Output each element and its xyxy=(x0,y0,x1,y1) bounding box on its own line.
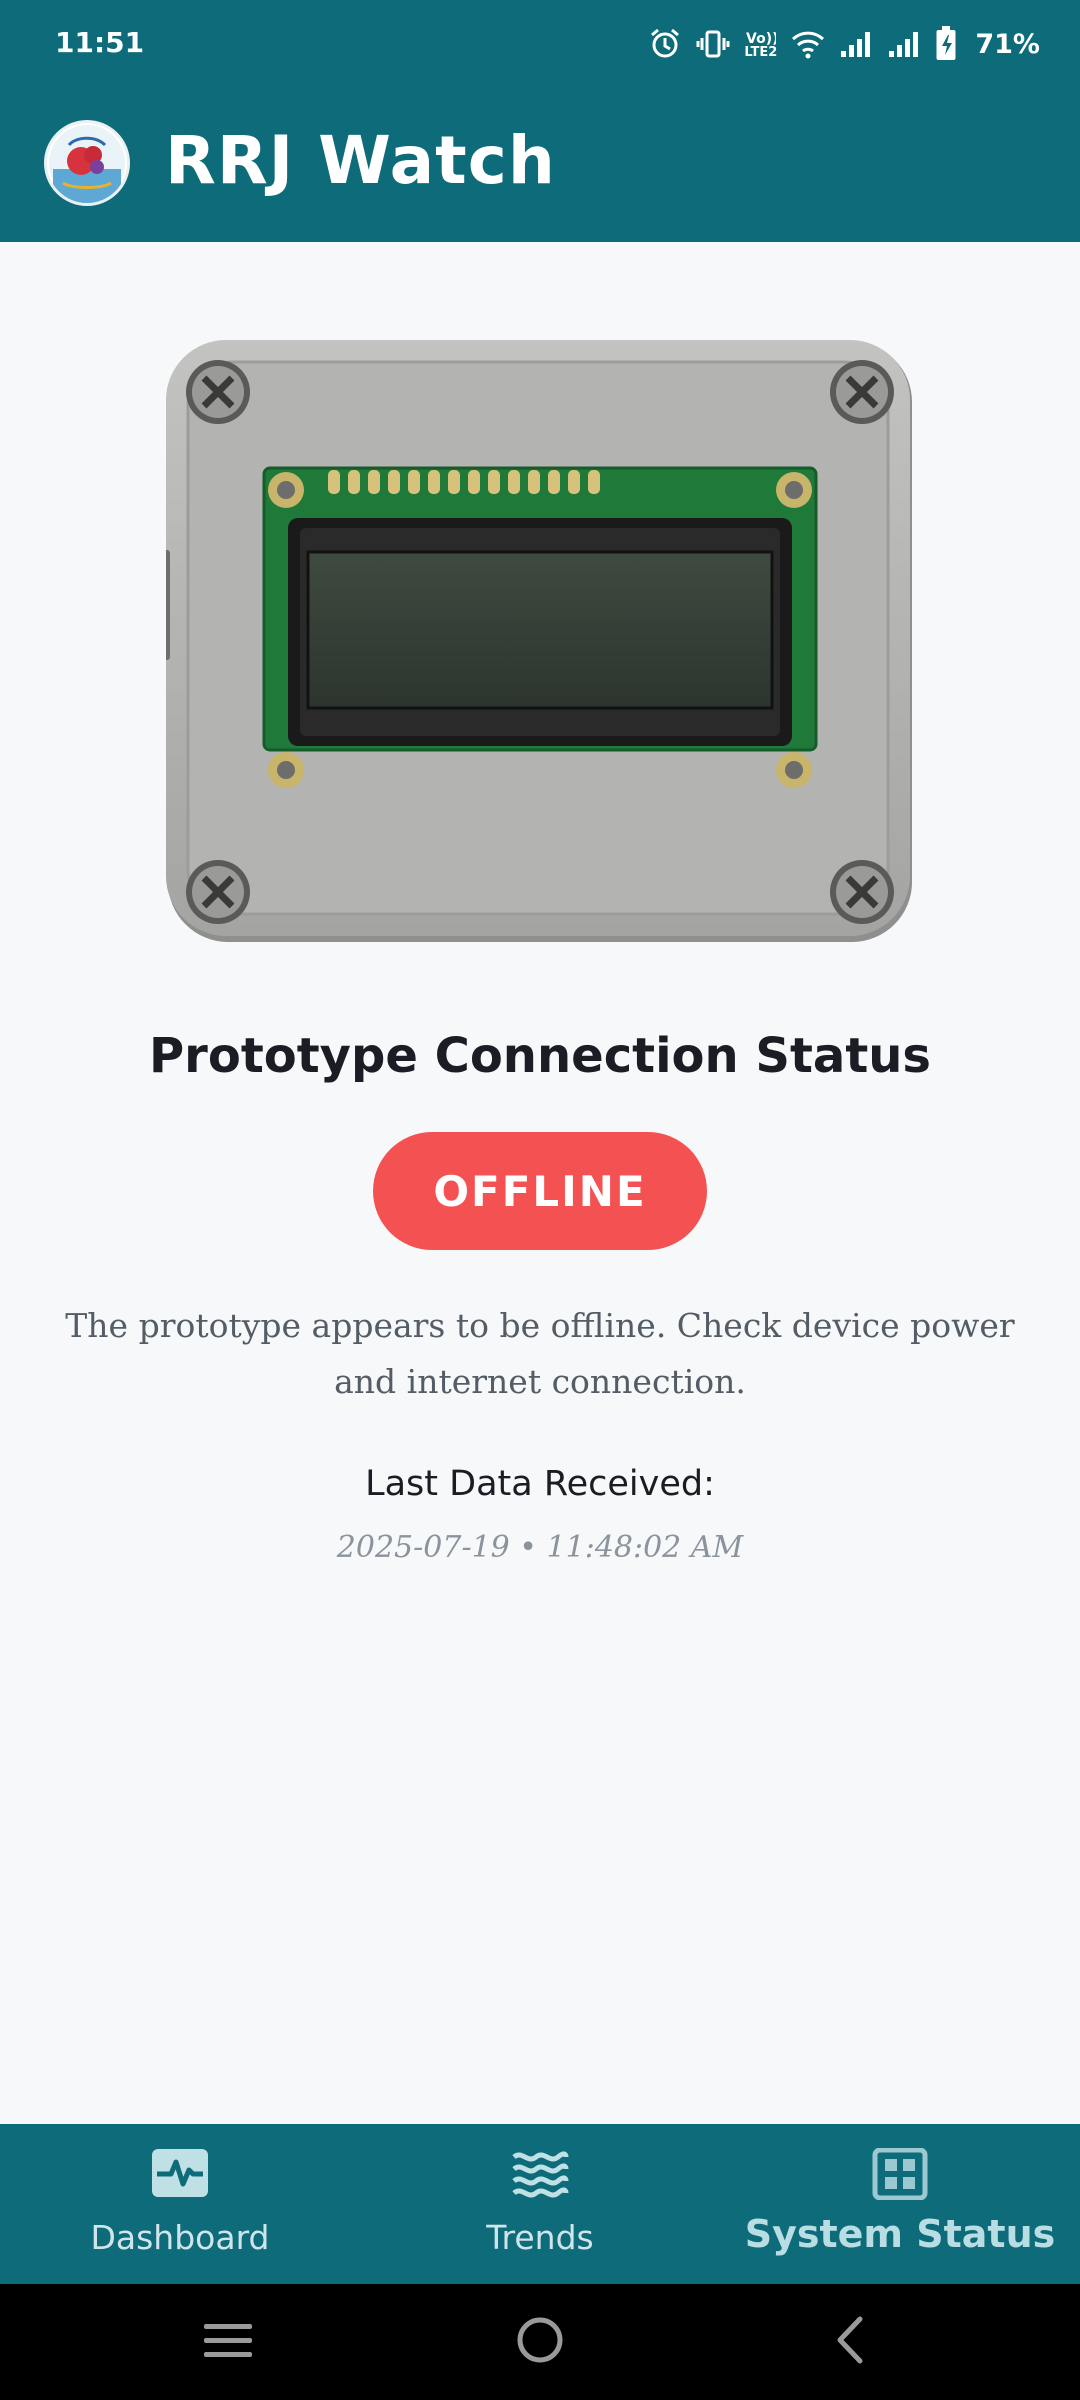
battery-charging-icon xyxy=(935,26,957,62)
status-icons: Vo)) LTE2 71% xyxy=(648,22,1040,66)
volte-icon: Vo)) LTE2 xyxy=(744,30,777,59)
recents-button[interactable] xyxy=(148,2284,308,2400)
recents-icon xyxy=(202,2320,254,2365)
status-time: 11:51 xyxy=(55,26,145,59)
home-button[interactable] xyxy=(460,2284,620,2400)
nav-dashboard[interactable]: Dashboard xyxy=(0,2124,360,2284)
svg-text:Vo)): Vo)) xyxy=(746,31,776,46)
back-button[interactable] xyxy=(770,2284,930,2400)
bottom-navigation: Dashboard Trends System Status xyxy=(0,2124,1080,2284)
network-label: LTE2 xyxy=(744,44,778,60)
wifi-icon xyxy=(791,29,825,59)
signal-icon xyxy=(839,29,873,59)
last-data-label: Last Data Received: xyxy=(365,1464,715,1504)
status-bar: 11:51 Vo)) LTE2 71% xyxy=(0,0,1080,90)
system-navigation-bar xyxy=(0,2284,1080,2400)
status-description: The prototype appears to be offline. Che… xyxy=(65,1306,1015,1401)
nav-trends[interactable]: Trends xyxy=(360,2124,720,2284)
waves-icon xyxy=(511,2148,569,2203)
nav-system-status-label: System Status xyxy=(744,2212,1056,2256)
app-bar: RRJ Watch xyxy=(0,90,1080,242)
nav-trends-label: Trends xyxy=(486,2218,594,2257)
battery-percent: 71% xyxy=(975,28,1040,60)
pulse-icon xyxy=(151,2148,209,2203)
vibrate-icon xyxy=(696,27,730,61)
chip-icon xyxy=(871,2147,929,2205)
nav-dashboard-label: Dashboard xyxy=(90,2218,270,2257)
top-app-region: 11:51 Vo)) LTE2 71% RRJ Watch xyxy=(0,0,1080,242)
back-icon xyxy=(830,2315,870,2370)
app-title: RRJ Watch xyxy=(165,122,556,199)
app-logo-icon xyxy=(44,120,130,206)
home-icon xyxy=(515,2315,565,2370)
alarm-icon xyxy=(648,27,682,61)
last-data-timestamp: 2025-07-19 • 11:48:02 AM xyxy=(336,1530,744,1565)
connection-status-title: Prototype Connection Status xyxy=(148,1028,931,1084)
signal-icon xyxy=(887,29,921,59)
nav-system-status[interactable]: System Status xyxy=(720,2124,1080,2284)
offline-status-badge: OFFLINE xyxy=(373,1132,707,1250)
lcd-device-image xyxy=(162,340,916,945)
